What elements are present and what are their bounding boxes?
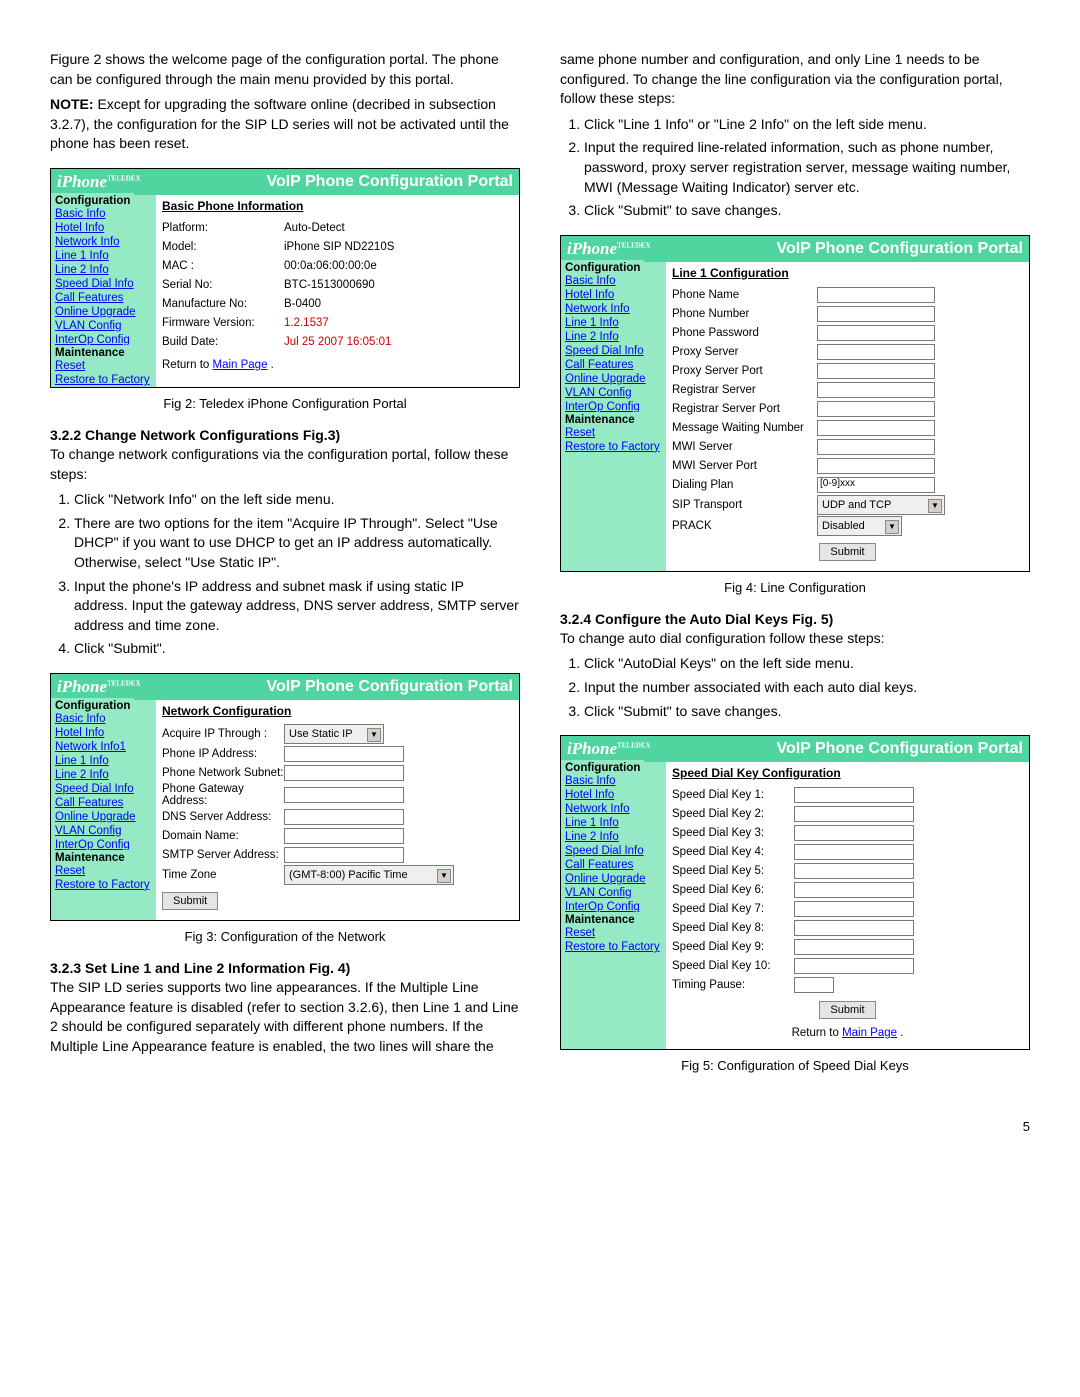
sec-323-cont: same phone number and configuration, and… — [560, 50, 1030, 109]
fig5-caption: Fig 5: Configuration of Speed Dial Keys — [560, 1058, 1030, 1073]
menu-upgrade[interactable]: Online Upgrade — [51, 305, 156, 319]
sidebar: Configuration Basic Info Hotel Info Netw… — [561, 762, 666, 1049]
sidebar: Configuration Basic Info Hotel Info Netw… — [51, 700, 156, 920]
iphone-logo: iPhoneTELEDEX — [57, 172, 141, 192]
content-heading: Line 1 Configuration — [672, 266, 1023, 280]
reg-input[interactable] — [817, 382, 935, 398]
tz-select[interactable]: (GMT-8:00) Pacific Time — [284, 865, 454, 885]
fig4-portal: iPhoneTELEDEXVoIP Phone Configuration Po… — [560, 235, 1030, 572]
menu-speeddial[interactable]: Speed Dial Info — [51, 277, 156, 291]
transport-select[interactable]: UDP and TCP — [817, 495, 945, 515]
menu-reset[interactable]: Reset — [51, 359, 156, 373]
fig2-caption: Fig 2: Teledex iPhone Configuration Port… — [50, 396, 520, 411]
sec-324-title: 3.2.4 Configure the Auto Dial Keys Fig. … — [560, 611, 1030, 627]
sec-323-text: The SIP LD series supports two line appe… — [50, 978, 520, 1056]
menu-basic[interactable]: Basic Info — [51, 207, 156, 221]
fig5-portal: iPhoneTELEDEXVoIP Phone Configuration Po… — [560, 735, 1030, 1050]
menu-line1[interactable]: Line 1 Info — [51, 249, 156, 263]
fig2-portal: iPhoneTELEDEX VoIP Phone Configuration P… — [50, 168, 520, 388]
iphone-logo: iPhoneTELEDEX — [57, 677, 141, 697]
note: NOTE: Except for upgrading the software … — [50, 95, 520, 154]
dialplan-input[interactable]: [0-9]xxx — [817, 477, 935, 493]
ip-mode-select[interactable]: Use Static IP — [284, 724, 384, 744]
proxyport-input[interactable] — [817, 363, 935, 379]
sec-324-text: To change auto dial configuration follow… — [560, 629, 1030, 649]
menu-hotel[interactable]: Hotel Info — [51, 221, 156, 235]
sd8-input[interactable] — [794, 920, 914, 936]
content-heading: Basic Phone Information — [162, 199, 513, 213]
return-link: Return to Main Page . — [672, 1027, 1023, 1039]
menu-line2[interactable]: Line 2 Info — [51, 263, 156, 277]
page-number: 5 — [50, 1119, 1030, 1134]
sd5-input[interactable] — [794, 863, 914, 879]
menu-callfeat[interactable]: Call Features — [51, 291, 156, 305]
proxy-input[interactable] — [817, 344, 935, 360]
sidebar: Configuration Basic Info Hotel Info Netw… — [51, 195, 156, 387]
config-label: Configuration — [51, 193, 134, 209]
sd3-input[interactable] — [794, 825, 914, 841]
domain-input[interactable] — [284, 828, 404, 844]
portal-title: VoIP Phone Configuration Portal — [153, 173, 513, 191]
content-heading: Network Configuration — [162, 704, 513, 718]
smtp-input[interactable] — [284, 847, 404, 863]
menu-restore[interactable]: Restore to Factory — [51, 373, 156, 387]
sec-322-text: To change network configurations via the… — [50, 445, 520, 484]
sec-322-steps: Click "Network Info" on the left side me… — [50, 490, 520, 659]
iphone-logo: iPhoneTELEDEX — [567, 239, 651, 259]
phonename-input[interactable] — [817, 287, 935, 303]
menu-network[interactable]: Network Info — [51, 235, 156, 249]
sec-323-steps: Click "Line 1 Info" or "Line 2 Info" on … — [560, 115, 1030, 221]
subnet-input[interactable] — [284, 765, 404, 781]
sec-324-steps: Click "AutoDial Keys" on the left side m… — [560, 654, 1030, 721]
iphone-logo: iPhoneTELEDEX — [567, 739, 651, 759]
sec-322-title: 3.2.2 Change Network Configurations Fig.… — [50, 427, 520, 443]
mwiport-input[interactable] — [817, 458, 935, 474]
submit-button[interactable]: Submit — [162, 892, 218, 910]
regport-input[interactable] — [817, 401, 935, 417]
maint-label: Maintenance — [51, 345, 129, 361]
sd4-input[interactable] — [794, 844, 914, 860]
mwn-input[interactable] — [817, 420, 935, 436]
submit-button[interactable]: Submit — [819, 1001, 875, 1019]
sidebar: Configuration Basic Info Hotel Info Netw… — [561, 262, 666, 571]
ip-addr-input[interactable] — [284, 746, 404, 762]
dns-input[interactable] — [284, 809, 404, 825]
fig4-caption: Fig 4: Line Configuration — [560, 580, 1030, 595]
timing-input[interactable] — [794, 977, 834, 993]
pass-input[interactable] — [817, 325, 935, 341]
sd1-input[interactable] — [794, 787, 914, 803]
intro-text: Figure 2 shows the welcome page of the c… — [50, 50, 520, 89]
sec-323-title: 3.2.3 Set Line 1 and Line 2 Information … — [50, 960, 520, 976]
sd2-input[interactable] — [794, 806, 914, 822]
sd9-input[interactable] — [794, 939, 914, 955]
return-link: Return to Main Page . — [162, 359, 513, 371]
content-heading: Speed Dial Key Configuration — [672, 766, 1023, 780]
sd6-input[interactable] — [794, 882, 914, 898]
mwi-input[interactable] — [817, 439, 935, 455]
fig3-portal: iPhoneTELEDEXVoIP Phone Configuration Po… — [50, 673, 520, 921]
portal-header: iPhoneTELEDEX VoIP Phone Configuration P… — [51, 169, 519, 195]
gateway-input[interactable] — [284, 787, 404, 803]
sd7-input[interactable] — [794, 901, 914, 917]
fig3-caption: Fig 3: Configuration of the Network — [50, 929, 520, 944]
prack-select[interactable]: Disabled — [817, 516, 902, 536]
sd10-input[interactable] — [794, 958, 914, 974]
submit-button[interactable]: Submit — [819, 543, 875, 561]
menu-vlan[interactable]: VLAN Config — [51, 319, 156, 333]
phonenum-input[interactable] — [817, 306, 935, 322]
